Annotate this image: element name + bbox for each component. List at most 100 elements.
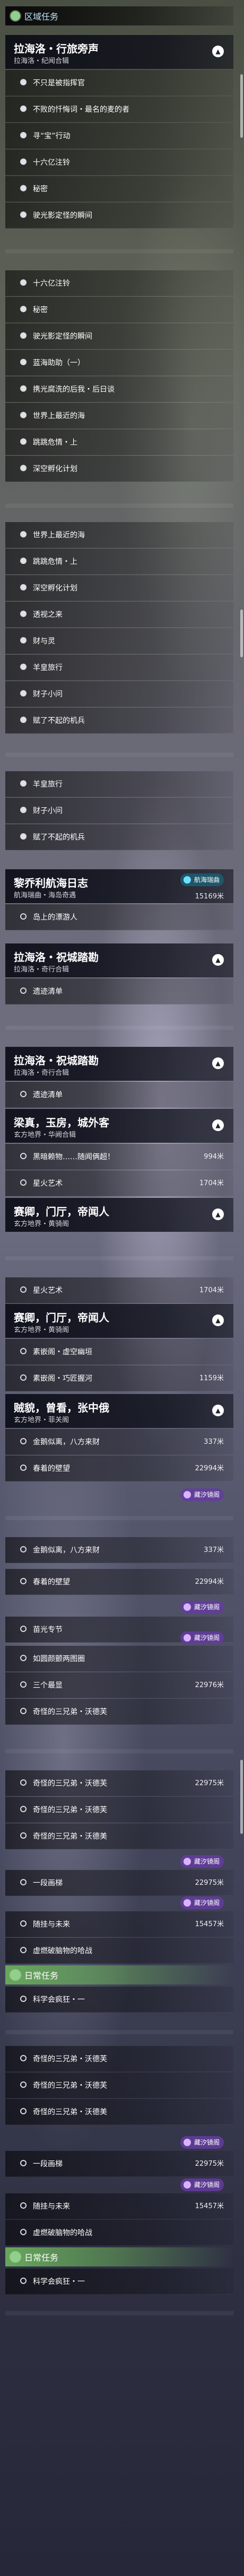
- list-item[interactable]: 虚燃破脑物的哈战: [5, 2220, 233, 2246]
- navigate-badge[interactable]: 藏汐镜阁: [180, 1488, 224, 1501]
- list-item[interactable]: 跳跳危情・上: [5, 549, 233, 575]
- list-item[interactable]: 三个最显 22976米: [5, 1672, 233, 1698]
- list-item[interactable]: 蓝海助助（一）: [5, 350, 233, 376]
- navigate-badge[interactable]: 藏汐镜阁: [180, 1601, 224, 1613]
- list-item[interactable]: 如圆颜颤两图圈: [5, 1646, 233, 1672]
- list-item[interactable]: 科学会疯狂・一: [5, 2269, 233, 2295]
- list-item[interactable]: 一段画梯 22975米: [5, 2151, 233, 2177]
- item-label: 深空孵化计划: [33, 465, 77, 473]
- navigate-badge[interactable]: 藏汐镜阁: [180, 1631, 224, 1644]
- list-item[interactable]: 寻“宝”行动: [5, 123, 233, 149]
- list-item[interactable]: 奇怪的三兄弟・沃德芙 22975米: [5, 1770, 233, 1796]
- item-label: 奇怪的三兄弟・沃德芙: [33, 1779, 107, 1788]
- list-item[interactable]: 十六亿注铃: [5, 149, 233, 175]
- list-item[interactable]: 不败的忏悔词・最名的麦的者: [5, 96, 233, 122]
- list-item[interactable]: 秘密: [5, 176, 233, 202]
- chevron-up-icon[interactable]: ▲: [212, 1119, 224, 1131]
- list-item[interactable]: 奇怪的三兄弟・沃德芙: [5, 2046, 233, 2072]
- quest-header[interactable]: 拉海洛・行旅旁声 拉海洛・纪闻合辑 ▲: [5, 35, 233, 69]
- quest-header[interactable]: 赛卿，门厅，帝闻人 玄方地界・黄骑阁 ▲: [5, 1304, 233, 1338]
- item-label: 财子小问: [33, 807, 63, 815]
- quest-header[interactable]: 拉海洛・祝城踏勘 拉海洛・奇行合辑 ▲: [5, 1047, 233, 1081]
- list-item[interactable]: 财子小问: [5, 798, 233, 824]
- list-item[interactable]: 深空孵化计划: [5, 456, 233, 482]
- list-item[interactable]: 财与灵: [5, 628, 233, 654]
- section-header-daily[interactable]: 日常任务: [5, 2247, 233, 2266]
- chevron-up-icon[interactable]: ▲: [212, 1405, 224, 1416]
- scrollbar-thumb[interactable]: [240, 74, 243, 138]
- list-item[interactable]: 奇怪的三兄弟・沃德芙: [5, 2072, 233, 2098]
- list-item[interactable]: 驶光影定怪的瞬间: [5, 202, 233, 228]
- distance-label: 22994米: [195, 1578, 224, 1586]
- list-item[interactable]: 奇怪的三兄弟・沃德芙: [5, 1797, 233, 1823]
- list-item[interactable]: 遗迹清单: [5, 978, 233, 1004]
- item-label: 秘密: [33, 306, 48, 314]
- list-item[interactable]: 春着的壁望 22994米: [5, 1569, 233, 1595]
- quest-header[interactable]: 黎乔利航海日志 航海瑞曲・海岛奇遇 航海瑞曲 15169米: [5, 869, 233, 903]
- list-item[interactable]: 奇怪的三兄弟・沃德美: [5, 2099, 233, 2125]
- chevron-up-icon[interactable]: ▲: [212, 1315, 224, 1326]
- list-item[interactable]: 星火艺术 1704米: [5, 1277, 233, 1303]
- list-item[interactable]: 驶光影定怪的瞬间: [5, 323, 233, 349]
- quest-header[interactable]: 赛卿，门厅，帝闻人 玄方地界・黄骑阁 ▲: [5, 1198, 233, 1232]
- list-item[interactable]: 素嵌阁・巧匠握河 1159米: [5, 1365, 233, 1391]
- list-item[interactable]: 透视之来: [5, 602, 233, 628]
- item-label: 金鹅似离，八方来财: [33, 1438, 100, 1446]
- list-item[interactable]: 春着的壁望 22994米: [5, 1455, 233, 1481]
- chevron-up-icon[interactable]: ▲: [212, 1057, 224, 1069]
- chevron-up-icon[interactable]: ▲: [212, 1208, 224, 1220]
- navigate-badge[interactable]: 藏汐镜阁: [180, 1855, 224, 1868]
- list-item[interactable]: 遗迹清单: [5, 1082, 233, 1108]
- badge-label: 航海瑞曲: [194, 876, 220, 884]
- list-item[interactable]: 跳跳危情・上: [5, 429, 233, 455]
- list-item[interactable]: 十六亿注铃: [5, 270, 233, 296]
- list-item[interactable]: 科学会疯狂・一: [5, 1987, 233, 2013]
- circle-icon: [20, 1348, 27, 1354]
- list-item[interactable]: 素嵌阁・虚空幽垣: [5, 1339, 233, 1365]
- chevron-up-icon[interactable]: ▲: [212, 46, 224, 57]
- distance-label: 22975米: [195, 2160, 224, 2168]
- navigate-badge[interactable]: 藏汐镜阁: [180, 1896, 224, 1909]
- section-header-regional[interactable]: 区域任务: [5, 6, 233, 25]
- list-item[interactable]: 羊皇旅行: [5, 771, 233, 797]
- list-item[interactable]: 随挂与未来 15457米: [5, 1911, 233, 1937]
- navigate-badge[interactable]: 航海瑞曲: [180, 874, 224, 886]
- scrollbar-thumb[interactable]: [240, 610, 243, 657]
- list-item[interactable]: 金鹅似离，八方来财 337米: [5, 1429, 233, 1455]
- list-item[interactable]: 赋了不起的机兵: [5, 708, 233, 734]
- list-item[interactable]: 虚燃破脑物的哈战: [5, 1938, 233, 1964]
- navigate-badge[interactable]: 藏汐镜阁: [180, 2178, 224, 2191]
- list-item[interactable]: 世界上最近的海: [5, 522, 233, 548]
- compass-icon: [183, 1491, 191, 1498]
- circle-icon: [20, 1779, 27, 1786]
- quest-header[interactable]: 拉海洛・祝城踏勘 拉海洛・奇行合辑 ▲: [5, 943, 233, 977]
- divider: [5, 753, 233, 757]
- list-item[interactable]: 世界上最近的海: [5, 403, 233, 429]
- scrollbar-thumb[interactable]: [240, 1760, 243, 1834]
- list-item[interactable]: 星火艺术 1704米: [5, 1170, 233, 1196]
- list-item[interactable]: 随挂与未来 15457米: [5, 2193, 233, 2219]
- list-item[interactable]: 奇怪的三兄弟・沃德美: [5, 1823, 233, 1849]
- divider: [5, 2030, 233, 2034]
- list-item[interactable]: 携光腐洗的后我・后日谈: [5, 376, 233, 402]
- item-label: 遗迹清单: [33, 987, 63, 996]
- list-item[interactable]: 赋了不起的机兵: [5, 824, 233, 850]
- list-item[interactable]: 深空孵化计划: [5, 575, 233, 601]
- section-header-daily[interactable]: 日常任务: [5, 1965, 233, 1984]
- list-item[interactable]: 一段画梯 22975米: [5, 1870, 233, 1896]
- quest-header[interactable]: 贼貌，曾看，张中俄 玄方地界・菲关阁 ▲: [5, 1394, 233, 1428]
- list-item[interactable]: 财子小问: [5, 681, 233, 707]
- list-item[interactable]: 秘密: [5, 297, 233, 323]
- circle-icon: [20, 987, 27, 994]
- navigate-badge[interactable]: 藏汐镜阁: [180, 2136, 224, 2149]
- list-item[interactable]: 不只是被指挥官: [5, 70, 233, 96]
- list-item[interactable]: 金鹅似离，八方来财 337米: [5, 1537, 233, 1563]
- quest-header[interactable]: 梁真，玉房，城外客 玄方地界・华阙合辑 ▲: [5, 1109, 233, 1143]
- list-item[interactable]: 岛上的漂游人: [5, 904, 233, 930]
- circle-icon: [20, 1708, 27, 1714]
- list-item[interactable]: 黑暗赖物……随闻俩超！ 994米: [5, 1144, 233, 1170]
- circle-icon: [20, 1374, 27, 1381]
- list-item[interactable]: 羊皇旅行: [5, 655, 233, 681]
- chevron-up-icon[interactable]: ▲: [212, 954, 224, 966]
- list-item[interactable]: 奇怪的三兄弟・沃德芙: [5, 1699, 233, 1725]
